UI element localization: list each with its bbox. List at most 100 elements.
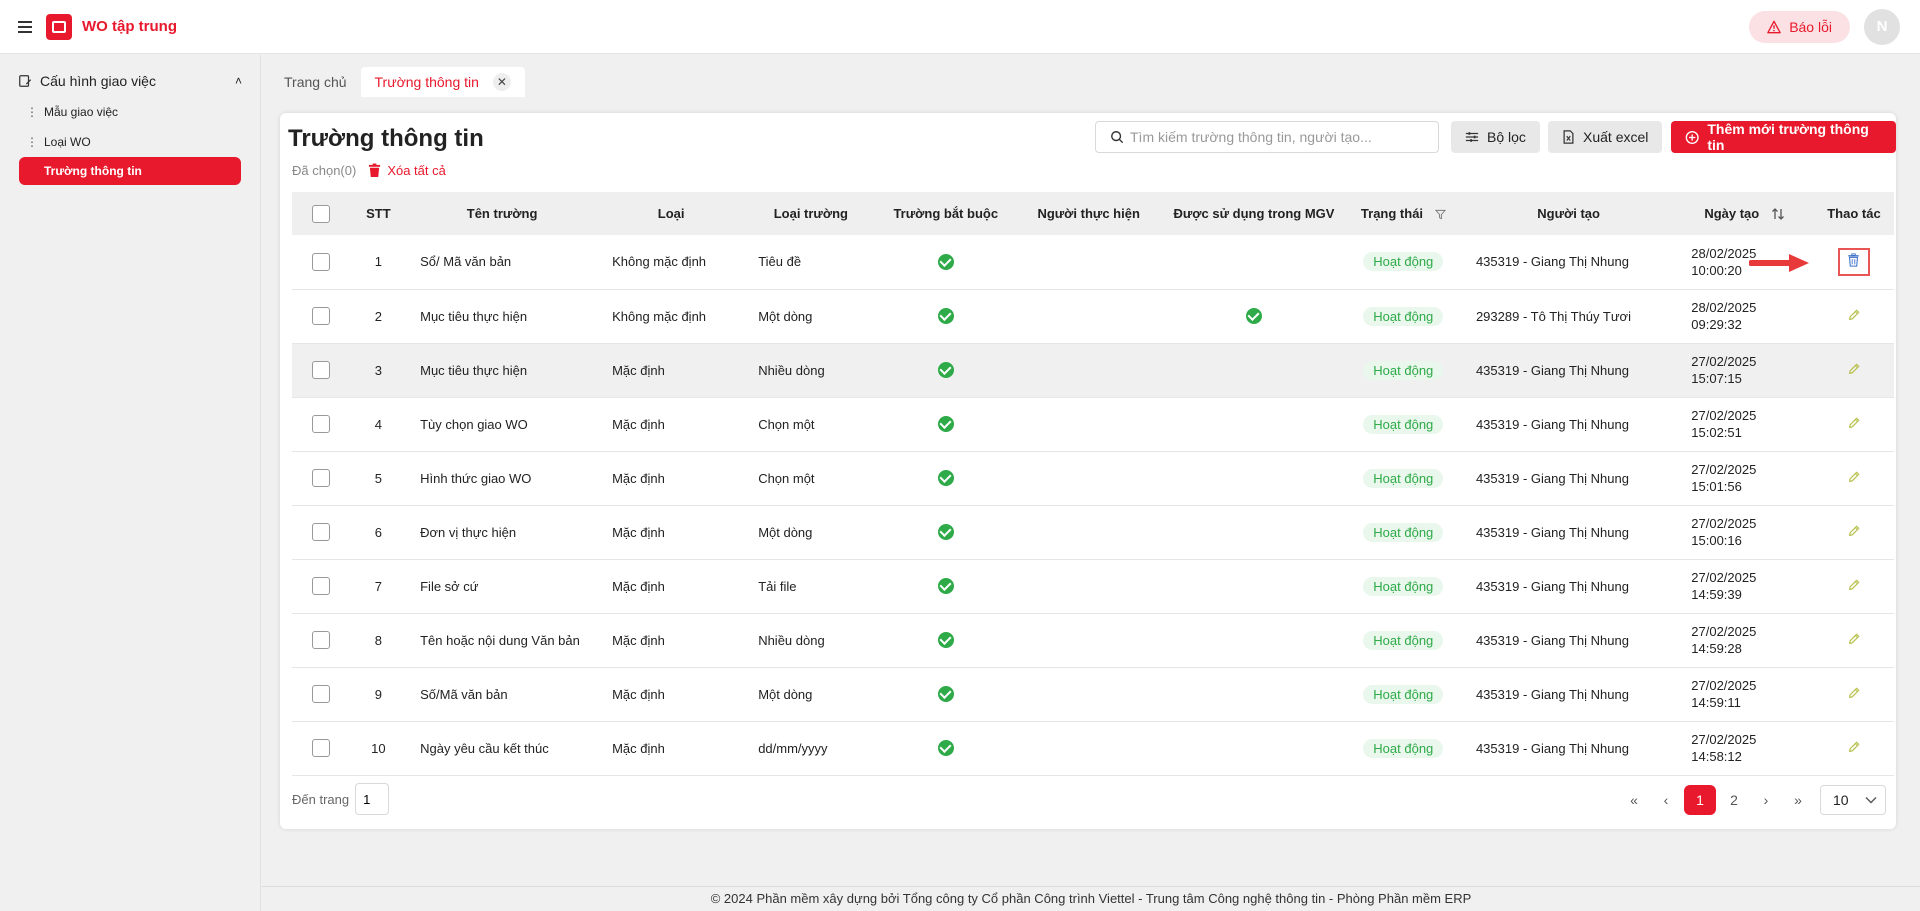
row-select-cell	[292, 451, 351, 506]
edit-pencil-icon[interactable]	[1847, 470, 1861, 487]
sidebar-group-task-config[interactable]: Cấu hình giao việc ˄	[0, 65, 260, 97]
header-performer[interactable]: Người thực hiện	[1014, 192, 1164, 235]
page-button-1[interactable]: 1	[1684, 785, 1716, 815]
edit-pencil-icon[interactable]	[1847, 416, 1861, 433]
selected-count: Đã chọn(0)	[292, 163, 357, 178]
table-row[interactable]: 4 Tùy chọn giao WO Mặc định Chọn một Hoạt độ…	[292, 397, 1894, 452]
created-date: 27/02/2025	[1691, 408, 1757, 423]
row-checkbox[interactable]	[312, 577, 331, 595]
created-time: 14:59:28	[1691, 641, 1742, 656]
cell-performer	[1014, 505, 1164, 560]
cell-created: 27/02/2025 14:59:11	[1675, 667, 1814, 722]
row-checkbox[interactable]	[312, 415, 331, 433]
hamburger-menu-icon[interactable]	[14, 16, 36, 38]
table-header-row: STT Tên trường Loại Loại trường Trường b…	[292, 192, 1894, 235]
close-icon[interactable]: ✕	[492, 73, 511, 91]
cell-used-mgv	[1163, 451, 1345, 506]
table-row[interactable]: 2 Mục tiêu thực hiện Không mặc định Một dòn…	[292, 289, 1894, 344]
sidebar-item-task-template[interactable]: ⋮ Mẫu giao việc	[0, 97, 260, 127]
cell-field-type: Nhiều dòng	[744, 613, 878, 668]
row-checkbox[interactable]	[312, 685, 331, 703]
filter-button[interactable]: Bộ lọc	[1451, 121, 1540, 153]
cell-creator: 435319 - Giang Thị Nhung	[1461, 451, 1676, 506]
table-row[interactable]: 5 Hình thức giao WO Mặc định Chọn một Hoạt đ…	[292, 451, 1894, 506]
filter-funnel-icon[interactable]	[1434, 209, 1446, 220]
row-checkbox[interactable]	[312, 361, 331, 379]
cell-used-mgv	[1163, 397, 1345, 452]
sidebar-item-info-fields[interactable]: Trường thông tin	[19, 157, 241, 185]
cell-actions	[1813, 559, 1894, 614]
status-badge: Hoạt động	[1363, 252, 1444, 272]
drag-dots-icon: ⋮	[26, 135, 38, 149]
next-page-icon[interactable]: ›	[1752, 786, 1780, 814]
add-field-button[interactable]: Thêm mới trường thông tin	[1671, 121, 1896, 153]
created-date: 27/02/2025	[1691, 624, 1757, 639]
cell-creator: 435319 - Giang Thị Nhung	[1461, 613, 1676, 668]
edit-pencil-icon[interactable]	[1847, 362, 1861, 379]
row-checkbox[interactable]	[312, 469, 331, 487]
created-time: 14:59:39	[1691, 587, 1742, 602]
cell-creator: 435319 - Giang Thị Nhung	[1461, 343, 1676, 398]
cell-type: Mặc định	[598, 451, 745, 506]
sidebar-item-wo-type[interactable]: ⋮ Loại WO	[0, 127, 260, 157]
created-time: 15:01:56	[1691, 479, 1742, 494]
table-row[interactable]: 9 Số/Mã văn bản Mặc định Một dòng Hoạt động 4…	[292, 667, 1894, 722]
prev-page-icon[interactable]: ‹	[1652, 786, 1680, 814]
user-avatar[interactable]: N	[1864, 8, 1900, 45]
table-row[interactable]: 7 File sở cứ Mặc định Tải file Hoạt động 4353…	[292, 559, 1894, 614]
cell-created: 27/02/2025 15:01:56	[1675, 451, 1814, 506]
cell-required	[877, 235, 1015, 290]
cell-required	[877, 721, 1015, 776]
row-checkbox[interactable]	[312, 252, 331, 271]
tab-home[interactable]: Trang chủ	[270, 67, 361, 97]
tab-label: Trang chủ	[284, 74, 347, 90]
goto-page-input[interactable]	[355, 783, 390, 815]
header-required[interactable]: Trường bắt buộc	[877, 192, 1015, 235]
edit-pencil-icon[interactable]	[1847, 578, 1861, 595]
table-row[interactable]: 6 Đơn vị thực hiện Mặc định Một dòng Hoạt độ…	[292, 505, 1894, 560]
edit-pencil-icon[interactable]	[1847, 740, 1861, 757]
table-row[interactable]: 8 Tên hoặc nội dung Văn bản Mặc định Nhiều …	[292, 613, 1894, 668]
cell-stt: 9	[350, 667, 407, 722]
required-check-icon	[937, 362, 954, 379]
table-row[interactable]: 3 Mục tiêu thực hiện Mặc định Nhiều dòng Hoạ…	[292, 343, 1894, 398]
header-status[interactable]: Trạng thái	[1344, 192, 1462, 235]
header-used-mgv[interactable]: Được sử dụng trong MGV	[1163, 192, 1345, 235]
cell-type: Mặc định	[598, 613, 745, 668]
cell-name: Ngày yêu cầu kết thúc	[406, 721, 599, 776]
row-checkbox[interactable]	[312, 307, 331, 325]
row-checkbox[interactable]	[312, 631, 331, 649]
search-input[interactable]	[1130, 129, 1420, 145]
cell-name: Mục tiêu thực hiện	[406, 343, 599, 398]
delete-all-button[interactable]: Xóa tất cả	[368, 163, 446, 178]
page-size-select[interactable]: 10	[1820, 785, 1886, 815]
sidebar: Cấu hình giao việc ˄ ⋮ Mẫu giao việc ⋮ L…	[0, 55, 261, 911]
header-name[interactable]: Tên trường	[406, 192, 599, 235]
cell-stt: 8	[350, 613, 407, 668]
header-creator[interactable]: Người tạo	[1461, 192, 1676, 235]
report-bug-button[interactable]: Báo lỗi	[1749, 10, 1850, 43]
edit-pencil-icon[interactable]	[1847, 524, 1861, 541]
page-button-2[interactable]: 2	[1720, 786, 1748, 814]
sort-icon[interactable]	[1771, 207, 1785, 221]
table-row[interactable]: 1 Sổ/ Mã văn bản Không mặc định Tiêu đề Hoạt…	[292, 235, 1894, 290]
edit-pencil-icon[interactable]	[1847, 686, 1861, 703]
first-page-icon[interactable]: «	[1620, 786, 1648, 814]
table-row[interactable]: 10 Ngày yêu cầu kết thúc Mặc định dd/mm/yyy…	[292, 721, 1894, 776]
cell-creator: 435319 - Giang Thị Nhung	[1461, 559, 1676, 614]
edit-pencil-icon[interactable]	[1847, 308, 1861, 325]
edit-pencil-icon[interactable]	[1847, 632, 1861, 649]
export-excel-button[interactable]: Xuất excel	[1548, 121, 1663, 153]
row-checkbox[interactable]	[312, 739, 331, 757]
tab-info-fields[interactable]: Trường thông tin ✕	[360, 67, 525, 97]
cell-actions	[1813, 505, 1894, 560]
status-badge: Hoạt động	[1363, 630, 1444, 650]
cell-performer	[1014, 397, 1164, 452]
header-created[interactable]: Ngày tạo	[1675, 192, 1814, 235]
delete-row-button[interactable]	[1837, 247, 1870, 276]
header-type[interactable]: Loại	[598, 192, 745, 235]
last-page-icon[interactable]: »	[1784, 786, 1812, 814]
select-all-checkbox[interactable]	[312, 204, 331, 223]
header-field-type[interactable]: Loại trường	[744, 192, 878, 235]
row-checkbox[interactable]	[312, 523, 331, 541]
